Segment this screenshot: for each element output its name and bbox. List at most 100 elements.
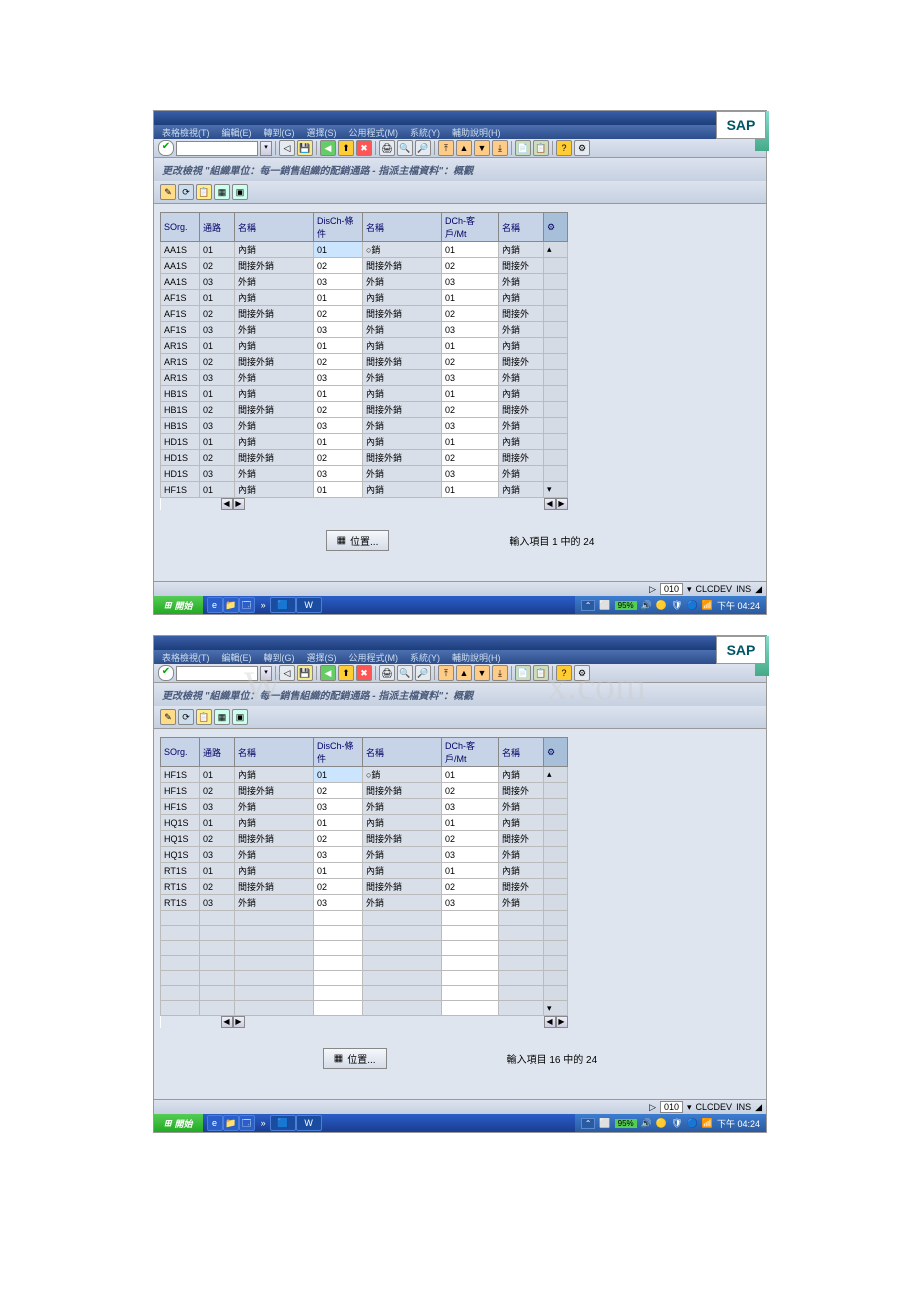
tray-av-icon[interactable]: 🔵	[687, 600, 698, 611]
task-app-icon[interactable]: 🗔	[239, 1115, 255, 1131]
copy-icon[interactable]: 📋	[196, 184, 212, 200]
cell[interactable]	[314, 971, 363, 986]
find-icon[interactable]: 🔍	[397, 665, 413, 681]
tray-net-icon[interactable]: 🟡	[656, 600, 667, 611]
col-disch[interactable]: DisCh-條件	[314, 738, 363, 767]
table-row[interactable]: RT1S01內銷01內銷01內銷	[161, 863, 568, 879]
tray-net-icon[interactable]: 🟡	[656, 1118, 667, 1129]
cell[interactable]: 01	[442, 482, 499, 498]
delimit-icon[interactable]: ▦	[214, 184, 230, 200]
scrollbar[interactable]	[544, 338, 568, 354]
cell[interactable]	[442, 971, 499, 986]
cancel-icon[interactable]: ✖	[356, 665, 372, 681]
col-name2[interactable]: 名稱	[363, 738, 442, 767]
tray-sh-icon[interactable]: 🛡	[671, 600, 682, 611]
col-name3[interactable]: 名稱	[499, 213, 544, 242]
next-page-icon[interactable]: ▼	[474, 140, 490, 156]
scrollbar[interactable]	[544, 274, 568, 290]
findnext-icon[interactable]: 🔎	[415, 140, 431, 156]
layout-icon[interactable]: ⚙	[574, 665, 590, 681]
table-row[interactable]: RT1S02間接外銷02間接外銷02間接外	[161, 879, 568, 895]
print-icon[interactable]: 🖨	[379, 140, 395, 156]
scrollbar[interactable]	[544, 847, 568, 863]
table-row[interactable]: HQ1S01內銷01內銷01內銷	[161, 815, 568, 831]
table-row[interactable]: HQ1S02間接外銷02間接外銷02間接外	[161, 831, 568, 847]
cell[interactable]	[442, 956, 499, 971]
cell[interactable]	[442, 1001, 499, 1016]
other-view-icon[interactable]: ✎	[160, 184, 176, 200]
table-row[interactable]: HD1S01內銷01內銷01內銷	[161, 434, 568, 450]
cell[interactable]: 03	[314, 466, 363, 482]
cell[interactable]: 02	[314, 258, 363, 274]
cell[interactable]: 02	[314, 879, 363, 895]
scrollbar[interactable]	[544, 941, 568, 956]
table-row[interactable]: AA1S02間接外銷02間接外銷02間接外	[161, 258, 568, 274]
resize-icon[interactable]: ◢	[755, 584, 762, 595]
cell[interactable]: 01	[314, 482, 363, 498]
session-list-icon[interactable]: 📋	[533, 665, 549, 681]
position-button[interactable]: ▦位置...	[323, 1048, 387, 1069]
table-row[interactable]: AR1S01內銷01內銷01內銷	[161, 338, 568, 354]
cell[interactable]	[442, 926, 499, 941]
tray-drop-icon[interactable]: ⬜	[599, 1118, 610, 1129]
table-row[interactable]: HF1S03外銷03外銷03外銷	[161, 799, 568, 815]
cell[interactable]: 02	[314, 402, 363, 418]
col-name2[interactable]: 名稱	[363, 213, 442, 242]
cell[interactable]	[314, 911, 363, 926]
cell[interactable]: 02	[442, 402, 499, 418]
scrollbar[interactable]	[544, 926, 568, 941]
print-icon[interactable]: 🖨	[379, 665, 395, 681]
cell[interactable]: 02	[442, 783, 499, 799]
table-row[interactable]: AR1S02間接外銷02間接外銷02間接外	[161, 354, 568, 370]
cell[interactable]: 02	[314, 450, 363, 466]
menu-system[interactable]: 系統(Y)	[410, 126, 440, 139]
tray-spk-icon[interactable]: 🔊	[641, 600, 652, 611]
scrollbar[interactable]	[544, 354, 568, 370]
command-dropdown[interactable]: ▾	[260, 666, 272, 681]
cell[interactable]: 01	[442, 290, 499, 306]
select-icon[interactable]: ▣	[232, 709, 248, 725]
last-page-icon[interactable]: ⤓	[492, 665, 508, 681]
exit-icon[interactable]: ⬆	[338, 665, 354, 681]
scrollbar[interactable]	[544, 799, 568, 815]
cell[interactable]	[314, 926, 363, 941]
task-ie-icon[interactable]: e	[207, 597, 223, 613]
menu-help[interactable]: 輔助說明(H)	[452, 126, 501, 139]
scrollbar[interactable]	[544, 783, 568, 799]
cell[interactable]: 03	[442, 799, 499, 815]
table-row[interactable]: HB1S01內銷01內銷01內銷	[161, 386, 568, 402]
scrollbar[interactable]	[544, 956, 568, 971]
scrollbar[interactable]	[544, 322, 568, 338]
cell[interactable]: 03	[442, 370, 499, 386]
table-row[interactable]: AF1S02間接外銷02間接外銷02間接外	[161, 306, 568, 322]
scroll-left2-icon[interactable]: ◀	[544, 1016, 556, 1028]
scroll-right2-icon[interactable]: ▶	[556, 498, 568, 510]
task-folder-icon[interactable]: 📁	[223, 597, 239, 613]
first-page-icon[interactable]: ⤒	[438, 140, 454, 156]
cell[interactable]	[442, 911, 499, 926]
table-row[interactable]: AA1S03外銷03外銷03外銷	[161, 274, 568, 290]
other-view-icon[interactable]: ✎	[160, 709, 176, 725]
menu-goto[interactable]: 轉到(G)	[264, 126, 295, 139]
enter-icon[interactable]: ✔	[158, 665, 174, 681]
menu-table[interactable]: 表格檢視(T)	[162, 651, 210, 664]
scrollbar[interactable]: ▴	[544, 767, 568, 783]
cell[interactable]: 01	[314, 815, 363, 831]
command-dropdown[interactable]: ▾	[260, 141, 272, 156]
table-row[interactable]: RT1S03外銷03外銷03外銷	[161, 895, 568, 911]
table-row[interactable]: AF1S03外銷03外銷03外銷	[161, 322, 568, 338]
table-row[interactable]: HF1S01內銷01內銷01內銷▾	[161, 482, 568, 498]
task-folder-icon[interactable]: 📁	[223, 1115, 239, 1131]
cell[interactable]: 01	[314, 434, 363, 450]
disk-icon[interactable]: 💾	[297, 140, 313, 156]
col-sorg[interactable]: SOrg.	[161, 213, 200, 242]
cell[interactable]: 02	[314, 831, 363, 847]
col-name1[interactable]: 名稱	[235, 213, 314, 242]
cell[interactable]: 02	[314, 354, 363, 370]
config-icon[interactable]: ⚙	[544, 213, 568, 242]
help-icon[interactable]: ?	[556, 665, 572, 681]
resize-icon[interactable]: ◢	[755, 1102, 762, 1113]
cell[interactable]: 03	[442, 466, 499, 482]
cancel-icon[interactable]: ✖	[356, 140, 372, 156]
cell[interactable]: 01	[314, 863, 363, 879]
